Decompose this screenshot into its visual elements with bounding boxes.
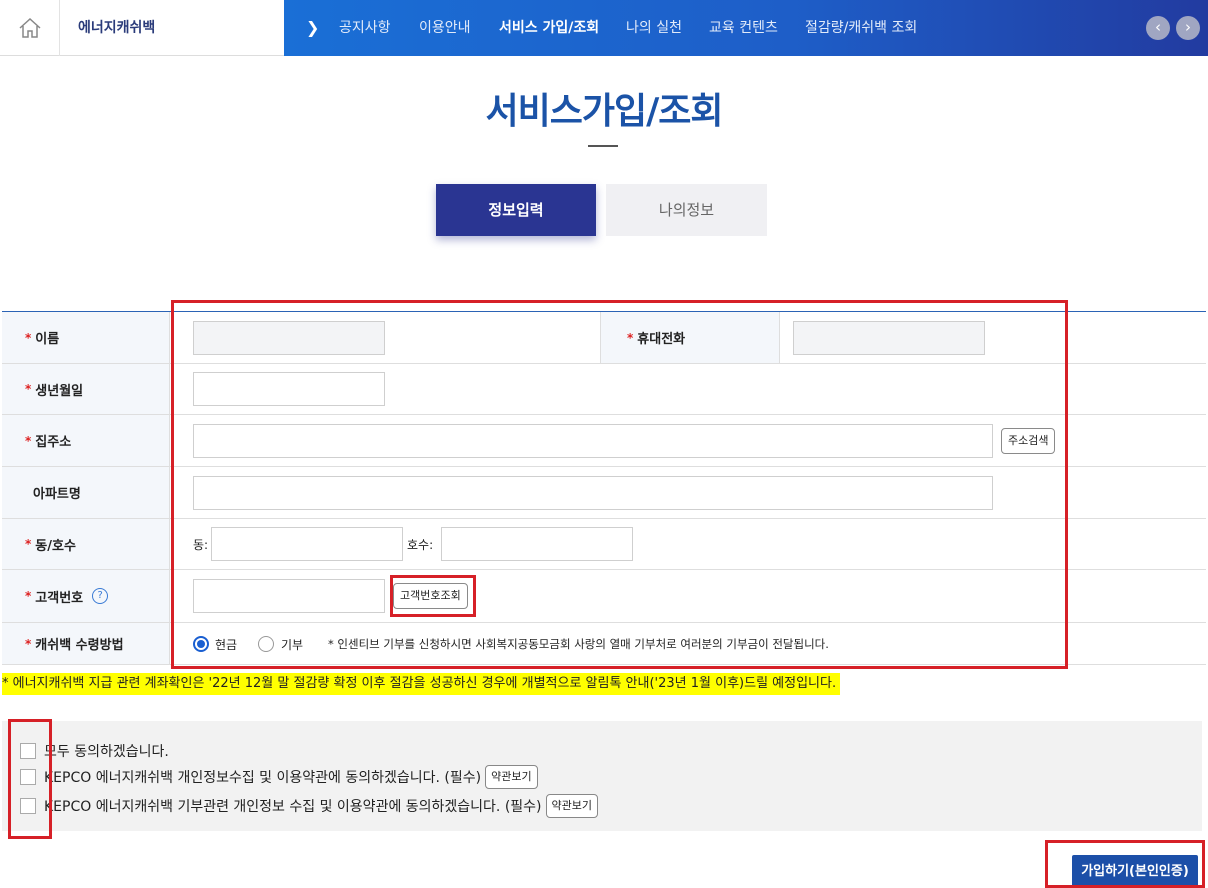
radio-cash-label[interactable]: 현금 xyxy=(215,636,237,653)
phone-label: * 휴대전화 xyxy=(600,312,780,363)
form-row-birth: * 생년월일 xyxy=(2,364,1206,415)
address-label: * 집주소 xyxy=(2,415,170,466)
nav-savings-lookup[interactable]: 절감량/캐쉬백 조회 xyxy=(805,0,917,56)
agree-privacy-checkbox[interactable] xyxy=(20,769,36,785)
form-row-name: * 이름 * 휴대전화 xyxy=(2,312,1206,364)
main-nav: ❯ 공지사항 이용안내 서비스 가입/조회 나의 실천 교육 컨텐츠 절감량/캐… xyxy=(284,0,1208,56)
agree-all-row: 모두 동의하겠습니다. xyxy=(20,740,169,762)
address-search-button[interactable]: 주소검색 xyxy=(1001,428,1056,454)
nav-my-practice[interactable]: 나의 실천 xyxy=(626,0,682,56)
cashback-label: * 캐쉬백 수령방법 xyxy=(2,623,170,664)
agree-donation-checkbox[interactable] xyxy=(20,798,36,814)
unit-label: * 동/호수 xyxy=(2,519,170,569)
agree-privacy-row: KEPCO 에너지캐쉬백 개인정보수집 및 이용약관에 동의하겠습니다. (필수… xyxy=(20,765,538,789)
radio-cash[interactable] xyxy=(193,636,209,652)
next-arrow-icon[interactable]: › xyxy=(1176,16,1200,40)
home-button[interactable] xyxy=(0,0,60,56)
tab-info-input[interactable]: 정보입력 xyxy=(436,184,596,236)
hosu-prefix: 호수: xyxy=(407,538,434,552)
help-icon[interactable]: ? xyxy=(92,588,109,604)
title-divider xyxy=(588,145,618,147)
top-bar: 에너지캐쉬백 ❯ 공지사항 이용안내 서비스 가입/조회 나의 실천 교육 컨텐… xyxy=(0,0,1208,56)
tab-my-info[interactable]: 나의정보 xyxy=(606,184,767,236)
customer-no-label: * 고객번호? xyxy=(2,570,170,622)
form-row-customer-no: * 고객번호? 고객번호조회 xyxy=(2,570,1206,623)
apartment-label: 아파트명 xyxy=(2,467,170,518)
form-row-apartment: 아파트명 xyxy=(2,467,1206,519)
prev-arrow-icon[interactable]: ‹ xyxy=(1146,16,1170,40)
form-row-address: * 집주소 주소검색 xyxy=(2,415,1206,467)
agree-privacy-label[interactable]: KEPCO 에너지캐쉬백 개인정보수집 및 이용약관에 동의하겠습니다. (필수… xyxy=(44,767,481,787)
radio-donation[interactable] xyxy=(258,636,274,652)
nav-education[interactable]: 교육 컨텐츠 xyxy=(709,0,778,56)
agree-donation-row: KEPCO 에너지캐쉬백 기부관련 개인정보 수집 및 이용약관에 동의하겠습니… xyxy=(20,794,599,818)
form-row-cashback: * 캐쉬백 수령방법 현금 기부 * 인센티브 기부를 신청하시면 사회복지공동모… xyxy=(2,623,1206,665)
name-field[interactable] xyxy=(193,321,385,355)
donation-terms-button[interactable]: 약관보기 xyxy=(545,794,599,818)
customer-lookup-button[interactable]: 고객번호조회 xyxy=(393,583,468,609)
agree-all-label[interactable]: 모두 동의하겠습니다. xyxy=(44,741,169,761)
page-title: 서비스가입/조회 xyxy=(485,91,724,132)
nav-service-join[interactable]: 서비스 가입/조회 xyxy=(499,0,599,56)
home-icon xyxy=(18,17,41,38)
customer-no-field[interactable] xyxy=(193,579,385,613)
birth-field[interactable] xyxy=(193,372,385,406)
privacy-terms-button[interactable]: 약관보기 xyxy=(485,765,538,789)
dong-prefix: 동: xyxy=(193,538,209,552)
phone-field[interactable] xyxy=(793,321,985,355)
site-name[interactable]: 에너지캐쉬백 xyxy=(78,0,155,56)
donation-note: * 인센티브 기부를 신청하시면 사회복지공동모금회 사랑의 열매 기부처로 여… xyxy=(328,637,829,651)
name-label: * 이름 xyxy=(2,312,170,363)
radio-donation-label[interactable]: 기부 xyxy=(281,636,303,653)
hosu-field[interactable] xyxy=(441,527,633,561)
nav-notice[interactable]: 공지사항 xyxy=(339,0,391,56)
agreement-section: 모두 동의하겠습니다. KEPCO 에너지캐쉬백 개인정보수집 및 이용약관에 … xyxy=(2,721,1202,831)
agree-all-checkbox[interactable] xyxy=(20,743,36,759)
address-field[interactable] xyxy=(193,424,993,458)
chevron-right-icon: ❯ xyxy=(306,18,320,37)
birth-label: * 생년월일 xyxy=(2,364,170,414)
apartment-field[interactable] xyxy=(193,476,993,510)
payment-notice: * 에너지캐쉬백 지급 관련 계좌확인은 '22년 12월 말 절감량 확정 이… xyxy=(2,673,841,695)
form-row-unit: * 동/호수 동: 호수: xyxy=(2,519,1206,570)
dong-field[interactable] xyxy=(211,527,403,561)
agree-donation-label[interactable]: KEPCO 에너지캐쉬백 기부관련 개인정보 수집 및 이용약관에 동의하겠습니… xyxy=(44,796,542,816)
nav-guide[interactable]: 이용안내 xyxy=(419,0,471,56)
signup-form: * 이름 * 휴대전화 * 생년월일 * 집주소 주소검색 아파트명 * 동/호수 동: xyxy=(2,311,1206,665)
join-button[interactable]: 가입하기(본인인증) xyxy=(1072,855,1198,888)
